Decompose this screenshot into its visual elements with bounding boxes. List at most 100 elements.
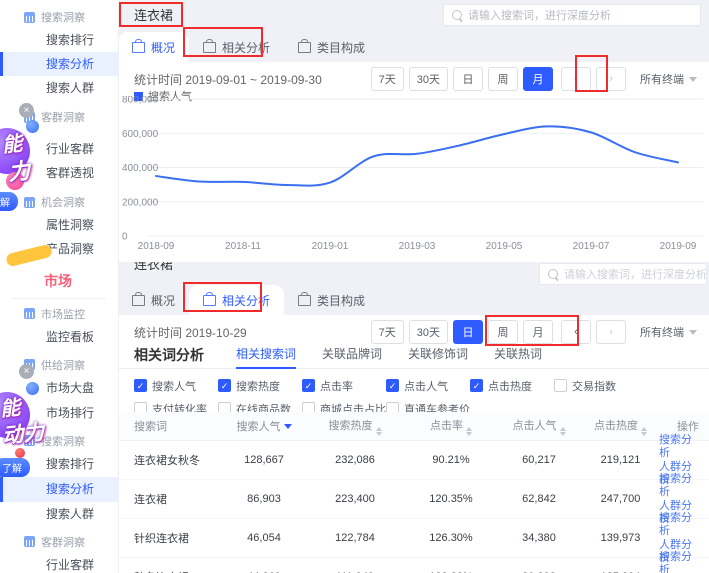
cell-click-popularity: 60,217	[496, 454, 582, 466]
subtab-related-search-words[interactable]: 相关搜索词	[236, 345, 296, 369]
keyword-display[interactable]: 连衣裙	[134, 262, 173, 273]
col-header-label: 操作	[677, 418, 699, 434]
sidebar-item-search-analysis[interactable]: 搜索分析	[0, 52, 118, 76]
sidebar-item-search-analysis[interactable]: 搜索分析	[0, 477, 118, 502]
panel-related-analysis-day: 市场 市场监控 监控看板 供给洞察 市场大盘 市场排行 搜索洞察 搜索排行 搜索…	[0, 262, 709, 573]
search-analysis-link[interactable]: 搜索分析	[659, 434, 699, 460]
col-header-click-heat[interactable]: 点击热度	[582, 417, 659, 436]
col-header-click-popularity[interactable]: 点击人气	[496, 417, 582, 436]
tab-label: 类目构成	[317, 39, 365, 56]
chevron-down-icon	[689, 330, 697, 335]
table-row: 秋冬连衣裙 44,269 111,949 122.22% 30,892 125,…	[118, 558, 709, 573]
checkbox-icon	[302, 379, 315, 392]
checkbox-click-popularity[interactable]: 点击人气	[386, 378, 470, 394]
range-month-button[interactable]: 月	[523, 67, 553, 91]
divider	[12, 298, 106, 299]
close-icon[interactable]: ×	[19, 364, 34, 379]
cell-click-rate: 120.35%	[406, 493, 496, 505]
range-day-button[interactable]: 日	[453, 67, 483, 91]
range-month-button[interactable]: 月	[523, 320, 553, 344]
promo-text: 能	[0, 391, 21, 422]
terminal-dropdown[interactable]: 所有终端	[640, 324, 697, 340]
sidebar-item-attribute-insight[interactable]: 属性洞察	[0, 213, 118, 237]
checkbox-label: 搜索人气	[152, 378, 196, 394]
tab-related-analysis[interactable]: 相关分析	[189, 32, 284, 62]
sidebar-item-monitor-board[interactable]: 监控看板	[0, 325, 118, 350]
sidebar-section-label: 客群洞察	[41, 534, 85, 550]
subtab-brand-words[interactable]: 关联品牌词	[322, 345, 382, 369]
terminal-dropdown[interactable]: 所有终端	[640, 71, 697, 87]
sidebar-section-label: 市场监控	[41, 306, 85, 322]
subtab-hot-words[interactable]: 关联热词	[494, 345, 542, 369]
cell-click-popularity: 62,842	[496, 493, 582, 505]
promo-cta-button[interactable]: 了解	[0, 458, 30, 477]
range-tools: 7天 30天 日 周 月 ‹ › 所有终端	[371, 67, 697, 91]
cell-search-popularity: 46,054	[224, 532, 304, 544]
checkbox-search-popularity[interactable]: 搜索人气	[134, 378, 218, 394]
checkbox-click-rate[interactable]: 点击率	[302, 378, 386, 394]
decor-blob	[26, 120, 39, 133]
next-page-button[interactable]: ›	[596, 320, 626, 344]
tab-category-composition[interactable]: 类目构成	[284, 32, 379, 62]
main-bottom: 连衣裙 请输入搜索词，进行深度分析 概况 相关分析 类目构成 统计时间 2019…	[118, 262, 709, 573]
bottom-header: 连衣裙 请输入搜索词，进行深度分析 概况 相关分析 类目构成	[118, 262, 709, 315]
range-30d-button[interactable]: 30天	[409, 320, 448, 344]
close-icon[interactable]: ×	[19, 103, 34, 118]
promo-cta-button[interactable]: 解	[0, 192, 18, 211]
tab-label: 概况	[151, 39, 175, 56]
col-header-label: 搜索人气	[237, 421, 281, 433]
cell-search-heat: 223,400	[304, 493, 406, 505]
sidebar-item-search-crowd[interactable]: 搜索人群	[0, 76, 118, 100]
related-words-header: 相关词分析 相关搜索词 关联品牌词 关联修饰词 关联热词	[118, 345, 709, 369]
range-week-button[interactable]: 周	[488, 67, 518, 91]
cell-keyword: 连衣裙	[118, 491, 224, 507]
search-analysis-link[interactable]: 搜索分析	[659, 473, 699, 499]
prev-page-button[interactable]: ‹	[561, 67, 591, 91]
svg-text:2019-09: 2019-09	[660, 241, 697, 252]
sidebar-item-search-rank[interactable]: 搜索排行	[0, 28, 118, 52]
sidebar-item-industry-customer[interactable]: 行业客群	[0, 553, 118, 573]
chart-icon	[24, 536, 35, 547]
cell-search-popularity: 86,903	[224, 493, 304, 505]
range-day-button[interactable]: 日	[453, 320, 483, 344]
top-header: 连衣裙 请输入搜索词，进行深度分析 概况 相关分析 类目构成	[118, 0, 709, 62]
checkbox-transaction-index[interactable]: 交易指数	[554, 378, 638, 394]
cell-keyword: 连衣裙女秋冬	[118, 452, 224, 468]
col-header-search-popularity[interactable]: 搜索人气	[224, 418, 304, 434]
col-header-actions: 操作	[659, 418, 709, 434]
table-row: 连衣裙女秋冬 128,667 232,086 90.21% 60,217 219…	[118, 441, 709, 480]
search-input[interactable]: 请输入搜索词，进行深度分析	[443, 4, 701, 26]
sidebar-title-market: 市场	[0, 262, 118, 296]
chart-icon	[24, 12, 35, 23]
range-7d-button[interactable]: 7天	[371, 67, 404, 91]
col-header-click-rate[interactable]: 点击率	[406, 417, 496, 436]
cell-click-rate: 90.21%	[406, 454, 496, 466]
checkbox-click-heat[interactable]: 点击热度	[470, 378, 554, 394]
next-page-button[interactable]: ›	[596, 67, 626, 91]
search-analysis-link[interactable]: 搜索分析	[659, 551, 699, 573]
cell-search-heat: 232,086	[304, 454, 406, 466]
tab-label: 相关分析	[222, 39, 270, 56]
range-week-button[interactable]: 周	[488, 320, 518, 344]
col-header-search-heat[interactable]: 搜索热度	[304, 417, 406, 436]
table-header-row: 搜索词 搜索人气 搜索热度 点击率 点击人气 点击热度 操作	[118, 412, 709, 441]
svg-text:400,000: 400,000	[122, 163, 159, 174]
tab-overview[interactable]: 概况	[118, 32, 189, 62]
checkbox-search-heat[interactable]: 搜索热度	[218, 378, 302, 394]
prev-page-button[interactable]: ‹	[561, 320, 591, 344]
range-7d-button[interactable]: 7天	[371, 320, 404, 344]
tab-related-analysis[interactable]: 相关分析	[189, 285, 284, 315]
svg-text:2018-09: 2018-09	[138, 241, 175, 252]
svg-text:200,000: 200,000	[122, 197, 159, 208]
table-row: 针织连衣裙 46,054 122,784 126.30% 34,380 139,…	[118, 519, 709, 558]
keyword-display[interactable]: 连衣裙	[134, 5, 173, 24]
tab-category-composition[interactable]: 类目构成	[284, 285, 379, 315]
toolbar-top: 统计时间 2019-09-01 ~ 2019-09-30 7天 30天 日 周 …	[118, 64, 709, 94]
sidebar-section-market-monitor: 市场监控	[0, 302, 118, 325]
stat-time: 统计时间 2019-09-01 ~ 2019-09-30	[134, 71, 322, 88]
range-30d-button[interactable]: 30天	[409, 67, 448, 91]
subtab-modifier-words[interactable]: 关联修饰词	[408, 345, 468, 369]
sidebar-item-search-crowd[interactable]: 搜索人群	[0, 502, 118, 527]
search-analysis-link[interactable]: 搜索分析	[659, 512, 699, 538]
tab-overview[interactable]: 概况	[118, 285, 189, 315]
